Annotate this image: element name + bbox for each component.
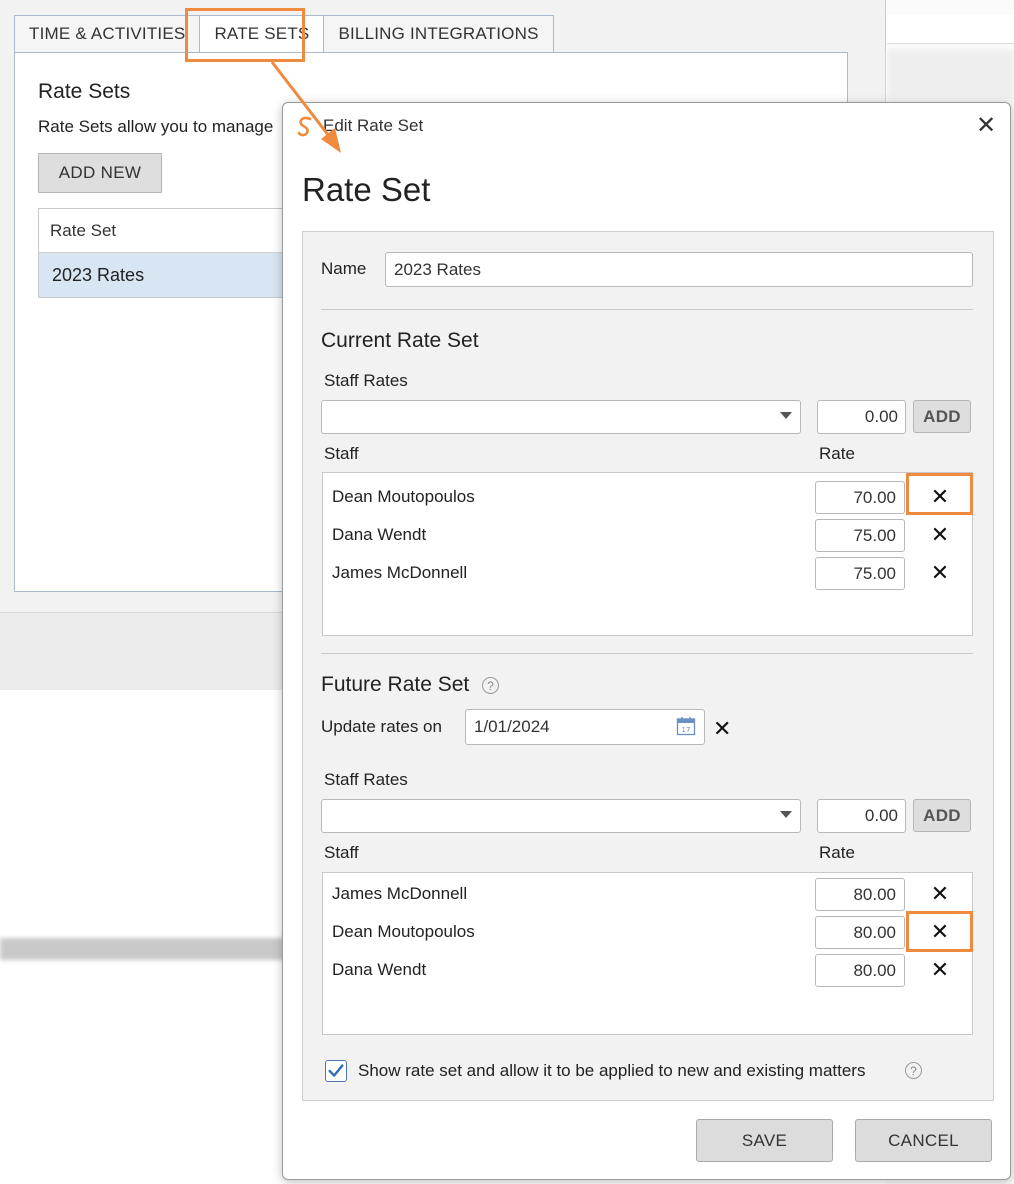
app-logo-icon [297, 116, 312, 137]
current-rate-set-title: Current Rate Set [321, 329, 479, 352]
future-staff-list: James McDonnell 80.00 ✕ Dean Moutopoulos… [322, 872, 973, 1035]
add-staff-rate-button[interactable]: ADD [913, 799, 971, 832]
tab-rate-sets[interactable]: RATE SETS [199, 15, 325, 52]
rate-set-table: Rate Set 2023 Rates [38, 208, 298, 298]
show-rate-set-checkbox[interactable] [325, 1060, 347, 1082]
remove-icon[interactable]: ✕ [927, 558, 953, 588]
divider [321, 309, 973, 310]
list-item: Dean Moutopoulos 70.00 ✕ [323, 479, 971, 517]
table-header: Rate Set [39, 209, 297, 253]
cancel-button[interactable]: CANCEL [855, 1119, 992, 1162]
help-icon[interactable]: ? [482, 677, 499, 694]
save-button[interactable]: SAVE [696, 1119, 833, 1162]
dialog-window-title: Edit Rate Set [323, 116, 424, 135]
background-divider [0, 938, 290, 960]
update-date-value: 1/01/2024 [474, 717, 550, 736]
show-rate-set-label: Show rate set and allow it to be applied… [358, 1061, 866, 1080]
column-rate-header: Rate [819, 843, 855, 862]
chevron-down-icon [780, 811, 792, 818]
remove-icon[interactable]: ✕ [927, 879, 953, 909]
chevron-down-icon [780, 412, 792, 419]
checkmark-icon [328, 1064, 344, 1077]
list-item: James McDonnell 80.00 ✕ [323, 876, 971, 914]
tab-billing-integrations[interactable]: BILLING INTEGRATIONS [323, 15, 554, 52]
clear-date-icon[interactable]: ✕ [713, 716, 731, 742]
name-label: Name [321, 259, 367, 278]
list-item: Dean Moutopoulos 80.00 ✕ [323, 914, 971, 952]
rate-field[interactable]: 75.00 [815, 519, 905, 552]
rate-field[interactable]: 80.00 [815, 916, 905, 949]
update-rates-on-label: Update rates on [321, 717, 442, 736]
column-rate-header: Rate [819, 444, 855, 463]
rate-input[interactable]: 0.00 [817, 400, 906, 434]
column-staff-header: Staff [324, 843, 359, 862]
dialog-body: Name 2023 Rates Current Rate Set Staff R… [302, 231, 994, 1101]
staff-name: James McDonnell [332, 563, 468, 582]
rate-field[interactable]: 80.00 [815, 954, 905, 987]
staff-name: Dana Wendt [332, 525, 427, 544]
rate-input[interactable]: 0.00 [817, 799, 906, 833]
list-item: Dana Wendt 80.00 ✕ [323, 952, 971, 990]
panel-description: Rate Sets allow you to manage [38, 117, 274, 136]
staff-select[interactable] [321, 799, 801, 833]
staff-name: James McDonnell [332, 884, 468, 903]
update-date-field[interactable]: 1/01/2024 17 [465, 709, 705, 745]
tab-time-activities[interactable]: TIME & ACTIVITIES [14, 15, 201, 52]
list-item: Dana Wendt 75.00 ✕ [323, 517, 971, 555]
remove-icon[interactable]: ✕ [927, 917, 953, 947]
table-row[interactable]: 2023 Rates [39, 253, 297, 297]
rate-field[interactable]: 75.00 [815, 557, 905, 590]
settings-tabs: TIME & ACTIVITIES RATE SETS BILLING INTE… [14, 15, 554, 53]
divider [321, 653, 973, 654]
staff-name: Dana Wendt [332, 960, 427, 979]
staff-rates-label: Staff Rates [324, 770, 408, 789]
svg-text:17: 17 [682, 726, 691, 734]
panel-title: Rate Sets [38, 80, 131, 103]
add-staff-rate-button[interactable]: ADD [913, 400, 971, 433]
staff-rates-label: Staff Rates [324, 371, 408, 390]
current-staff-list: Dean Moutopoulos 70.00 ✕ Dana Wendt 75.0… [322, 472, 973, 636]
dialog-heading: Rate Set [302, 171, 431, 208]
list-item: James McDonnell 75.00 ✕ [323, 555, 971, 593]
background-bar [887, 14, 1014, 44]
calendar-icon[interactable]: 17 [676, 716, 696, 736]
staff-name: Dean Moutopoulos [332, 922, 475, 941]
remove-icon[interactable]: ✕ [927, 482, 953, 512]
background-block [887, 50, 1014, 100]
help-icon[interactable]: ? [905, 1062, 922, 1079]
add-new-button[interactable]: ADD NEW [38, 153, 162, 193]
remove-icon[interactable]: ✕ [927, 520, 953, 550]
rate-field[interactable]: 70.00 [815, 481, 905, 514]
staff-name: Dean Moutopoulos [332, 487, 475, 506]
remove-icon[interactable]: ✕ [927, 955, 953, 985]
staff-select[interactable] [321, 400, 801, 434]
close-icon[interactable]: ✕ [973, 113, 999, 139]
edit-rate-set-dialog: Edit Rate Set ✕ Rate Set Name 2023 Rates… [282, 102, 1011, 1180]
column-staff-header: Staff [324, 444, 359, 463]
name-field[interactable]: 2023 Rates [385, 252, 973, 287]
future-rate-set-title: Future Rate Set [321, 673, 470, 696]
rate-field[interactable]: 80.00 [815, 878, 905, 911]
